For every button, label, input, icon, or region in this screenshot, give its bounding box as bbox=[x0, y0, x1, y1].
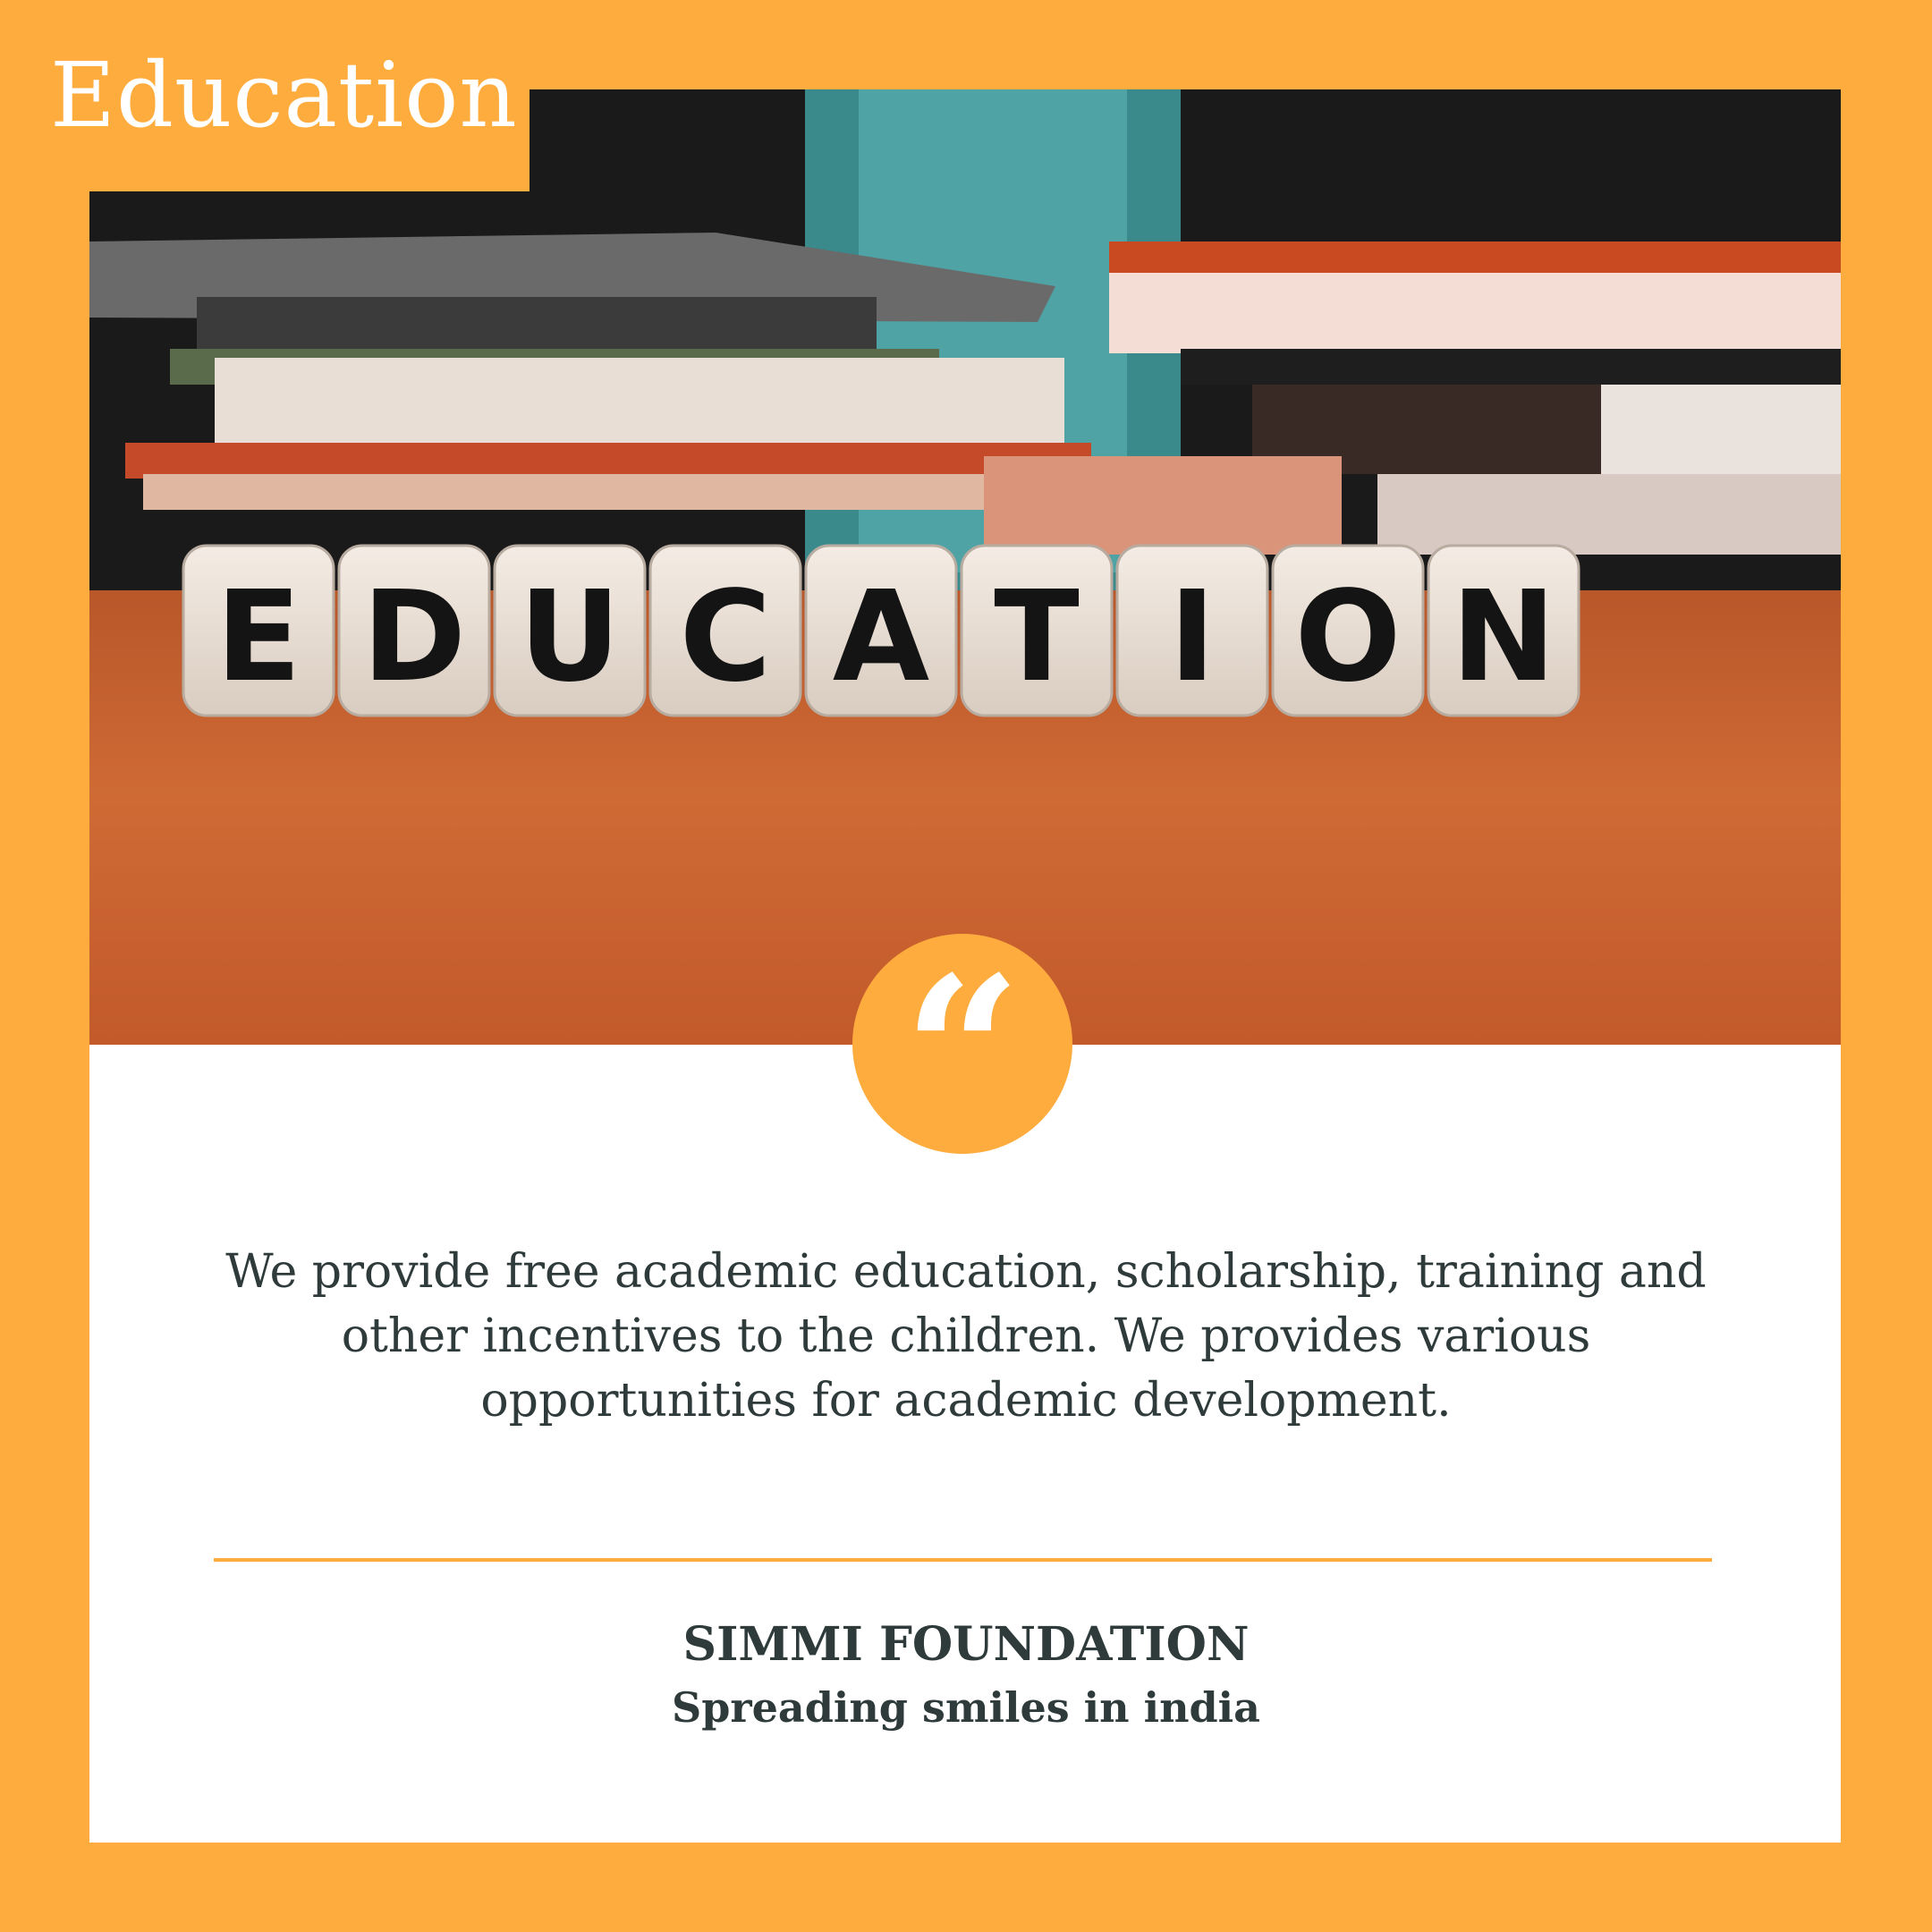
education-photo: EDUCATION bbox=[89, 89, 1841, 1045]
quote-badge: “ bbox=[852, 932, 1072, 1174]
letter-cube-label: I bbox=[1169, 564, 1216, 710]
letter-cube-label: D bbox=[362, 564, 466, 710]
letter-cube-label: C bbox=[680, 564, 772, 710]
letter-cube-label: U bbox=[519, 564, 621, 710]
category-tag-label: Education bbox=[50, 43, 518, 148]
quote-open-icon: “ bbox=[902, 932, 1022, 1174]
letter-cube-label: O bbox=[1294, 564, 1401, 710]
organization-name: SIMMI FOUNDATION bbox=[682, 1617, 1250, 1672]
organization-tagline: Spreading smiles in india bbox=[672, 1683, 1260, 1732]
letter-cube-label: A bbox=[833, 564, 929, 710]
category-tag: Education bbox=[0, 0, 530, 191]
description-text: We provide free academic education, scho… bbox=[225, 1245, 1707, 1428]
letter-cube-label: E bbox=[216, 564, 301, 710]
letter-cube-label: T bbox=[994, 564, 1080, 710]
divider-line bbox=[214, 1558, 1712, 1562]
letter-cube-label: N bbox=[1451, 564, 1555, 710]
